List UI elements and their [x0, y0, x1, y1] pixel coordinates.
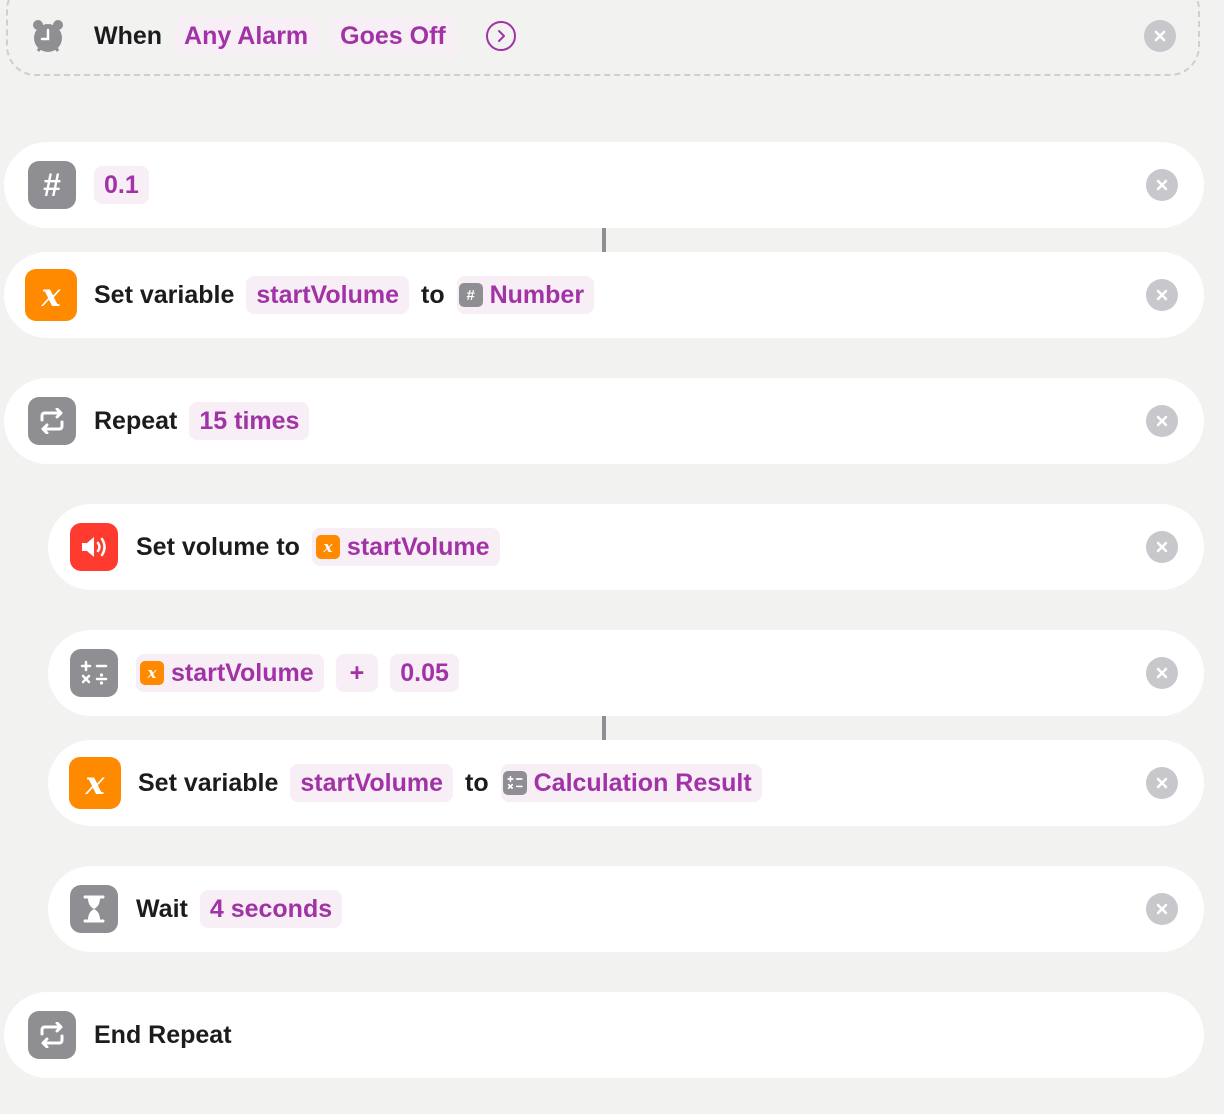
- calc-amount-token[interactable]: 0.05: [390, 654, 459, 692]
- action-wait[interactable]: Wait 4 seconds: [48, 866, 1204, 952]
- remove-action-button[interactable]: [1146, 279, 1178, 311]
- variable-value-token[interactable]: Calculation Result: [500, 764, 762, 802]
- action-number[interactable]: # 0.1: [4, 142, 1204, 228]
- variable-name-token[interactable]: startVolume: [246, 276, 409, 314]
- number-value-token[interactable]: 0.1: [94, 166, 149, 204]
- remove-action-button[interactable]: [1146, 169, 1178, 201]
- close-icon: [1154, 30, 1166, 42]
- close-icon: [1156, 667, 1168, 679]
- variable-value-text: Calculation Result: [533, 768, 752, 797]
- remove-action-button[interactable]: [1146, 767, 1178, 799]
- set-volume-label: Set volume to: [136, 532, 300, 561]
- repeat-icon: [28, 1011, 76, 1059]
- calculator-icon: [70, 649, 118, 697]
- calculator-icon: [502, 771, 527, 795]
- repeat-icon: [28, 397, 76, 445]
- variable-value-token[interactable]: # Number: [456, 276, 595, 314]
- alarm-clock-icon: [28, 16, 68, 56]
- event-token[interactable]: Goes Off: [330, 17, 456, 55]
- remove-action-button[interactable]: [1146, 893, 1178, 925]
- repeat-label: Repeat: [94, 406, 178, 435]
- close-icon: [1156, 541, 1168, 553]
- chevron-right-circle-icon[interactable]: [485, 21, 516, 51]
- variable-x-icon: x: [140, 661, 164, 685]
- to-label: to: [465, 768, 489, 797]
- action-set-variable[interactable]: x Set variable startVolume to # Number: [4, 252, 1204, 338]
- when-label: When: [94, 21, 163, 50]
- connector-line: [602, 228, 606, 252]
- action-end-repeat[interactable]: End Repeat: [4, 992, 1204, 1078]
- variable-x-icon: x: [315, 535, 340, 559]
- trigger-row: When Any Alarm Goes Off: [6, 0, 1200, 72]
- number-sign-icon: #: [458, 283, 483, 307]
- close-icon: [1156, 903, 1168, 915]
- alarm-token[interactable]: Any Alarm: [174, 17, 319, 55]
- volume-value-text: startVolume: [346, 532, 490, 561]
- variable-x-icon: x: [25, 269, 77, 321]
- close-icon: [1156, 289, 1168, 301]
- end-repeat-label: End Repeat: [94, 1020, 232, 1049]
- variable-name-token[interactable]: startVolume: [290, 764, 453, 802]
- hourglass-icon: [70, 885, 118, 933]
- close-icon: [1156, 415, 1168, 427]
- action-set-volume[interactable]: Set volume to x startVolume: [48, 504, 1204, 590]
- connector-line: [602, 716, 606, 740]
- set-variable-label: Set variable: [138, 768, 279, 797]
- wait-label: Wait: [136, 894, 188, 923]
- variable-value-text: Number: [489, 280, 585, 309]
- calc-operand-token[interactable]: x startVolume: [136, 654, 324, 692]
- close-icon: [1156, 777, 1168, 789]
- remove-action-button[interactable]: [1146, 657, 1178, 689]
- number-sign-icon: #: [28, 161, 76, 209]
- volume-value-token[interactable]: x startVolume: [311, 528, 500, 566]
- set-variable-label: Set variable: [94, 280, 235, 309]
- close-icon: [1156, 179, 1168, 191]
- to-label: to: [421, 280, 445, 309]
- remove-action-button[interactable]: [1146, 405, 1178, 437]
- action-repeat[interactable]: Repeat 15 times: [4, 378, 1204, 464]
- action-set-variable[interactable]: x Set variable startVolume to Calculatio…: [48, 740, 1204, 826]
- repeat-count-token[interactable]: 15 times: [189, 402, 310, 440]
- calc-operator-token[interactable]: +: [335, 654, 379, 692]
- remove-action-button[interactable]: [1146, 531, 1178, 563]
- remove-trigger-button[interactable]: [1144, 20, 1176, 52]
- calc-operand-text: startVolume: [171, 658, 314, 687]
- action-calculate[interactable]: x startVolume + 0.05: [48, 630, 1204, 716]
- wait-duration-token[interactable]: 4 seconds: [199, 890, 343, 928]
- variable-x-icon: x: [69, 757, 121, 809]
- speaker-icon: [70, 523, 118, 571]
